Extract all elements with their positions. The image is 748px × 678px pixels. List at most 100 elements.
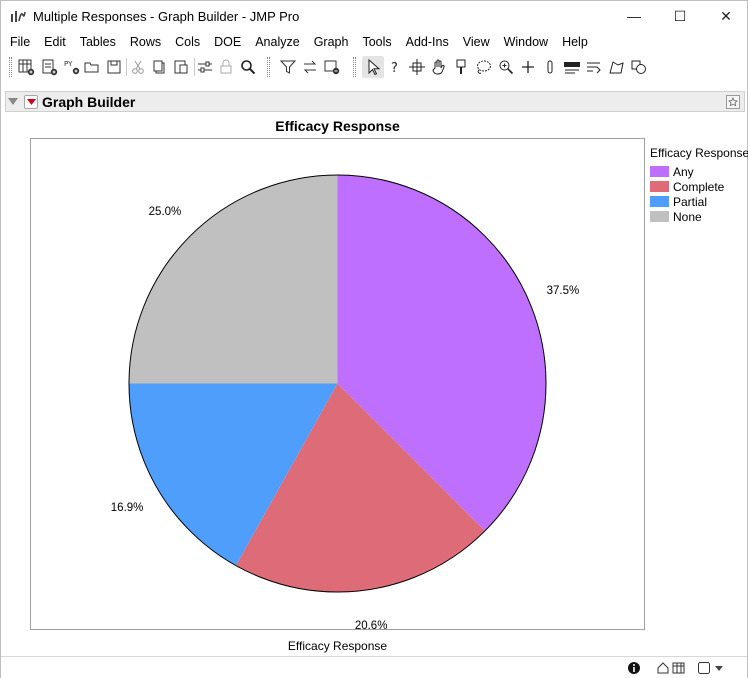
close-button[interactable]: ✕ xyxy=(703,1,748,31)
new-python-script-button[interactable]: PY xyxy=(61,56,83,78)
settings-button[interactable] xyxy=(194,56,216,78)
menu-file[interactable]: File xyxy=(1,35,37,49)
title-bar: Multiple Responses - Graph Builder - JMP… xyxy=(1,1,747,31)
pie-chart: 37.5% 20.6% 16.9% 25.0% xyxy=(111,174,579,629)
minimize-button[interactable]: — xyxy=(611,1,657,31)
new-script-button[interactable] xyxy=(38,56,60,78)
settings-icon xyxy=(198,61,212,73)
scroller-tool-button[interactable] xyxy=(539,56,561,78)
add-graph-button[interactable] xyxy=(321,56,343,78)
legend: Efficacy Response Any Complete Partial None xyxy=(650,146,748,224)
minimize-icon: — xyxy=(627,8,641,24)
checkbox-icon[interactable] xyxy=(697,661,711,675)
maximize-button[interactable]: ☐ xyxy=(657,1,703,31)
annotation-shape-icon xyxy=(609,61,624,74)
menu-edit[interactable]: Edit xyxy=(37,35,73,49)
legend-label: Partial xyxy=(673,194,708,209)
python-badge-text: PY xyxy=(64,60,73,68)
copy-button[interactable] xyxy=(148,56,170,78)
lasso-tool-button[interactable] xyxy=(473,56,495,78)
legend-label: Any xyxy=(673,164,694,179)
hand-tool-button[interactable] xyxy=(428,56,450,78)
annotation-shape-button[interactable] xyxy=(605,56,627,78)
status-bar xyxy=(1,656,747,678)
help-icon: ? xyxy=(391,61,398,76)
toolbar-grip[interactable] xyxy=(267,57,270,77)
new-data-table-button[interactable] xyxy=(15,56,37,78)
red-triangle-menu-button[interactable] xyxy=(24,95,38,109)
paste-icon xyxy=(174,60,188,74)
dropdown-arrow-icon[interactable] xyxy=(712,661,726,675)
plus-tool-button[interactable] xyxy=(517,56,539,78)
text-wrap-button[interactable] xyxy=(583,56,605,78)
menu-window[interactable]: Window xyxy=(497,35,555,49)
home-icon[interactable] xyxy=(656,661,670,675)
filter-icon xyxy=(279,60,297,74)
help-tool-button[interactable]: ? xyxy=(384,56,406,78)
search-icon xyxy=(241,60,256,75)
star-icon xyxy=(728,97,738,107)
menu-view[interactable]: View xyxy=(456,35,497,49)
simple-shape-button[interactable] xyxy=(628,56,650,78)
arrow-tool-button[interactable] xyxy=(362,56,384,78)
menu-doe[interactable]: DOE xyxy=(207,35,248,49)
open-button[interactable] xyxy=(81,56,103,78)
graph-builder-outline-header: Graph Builder xyxy=(5,91,745,112)
maximize-icon: ☐ xyxy=(673,7,687,24)
legend-item-partial[interactable]: Partial xyxy=(650,194,748,209)
chart-title: Efficacy Response xyxy=(275,118,400,134)
hand-icon xyxy=(432,59,445,75)
legend-item-none[interactable]: None xyxy=(650,209,748,224)
menu-tools[interactable]: Tools xyxy=(355,35,398,49)
slice-label-partial: 16.9% xyxy=(111,502,144,514)
menu-tables[interactable]: Tables xyxy=(73,35,123,49)
legend-label: None xyxy=(673,209,702,224)
x-axis-label[interactable]: Efficacy Response xyxy=(30,639,645,653)
toolbar-grip[interactable] xyxy=(9,57,12,77)
plot-frame[interactable]: 37.5% 20.6% 16.9% 25.0% xyxy=(30,138,645,630)
copy-icon xyxy=(153,60,165,74)
legend-swatch xyxy=(650,181,669,192)
close-icon: ✕ xyxy=(720,7,732,24)
legend-swatch xyxy=(650,166,669,177)
search-button[interactable] xyxy=(237,56,259,78)
simple-shape-icon xyxy=(631,60,646,74)
swap-icon xyxy=(303,60,317,74)
menu-help[interactable]: Help xyxy=(555,35,595,49)
lock-button[interactable] xyxy=(215,56,237,78)
lasso-icon xyxy=(477,60,491,74)
data-table-icon[interactable] xyxy=(672,661,686,675)
new-python-script-icon: PY xyxy=(64,60,80,75)
slice-label-none: 25.0% xyxy=(149,206,182,218)
panel-options-button[interactable] xyxy=(726,95,740,109)
legend-item-any[interactable]: Any xyxy=(650,164,748,179)
toolbar-grip[interactable] xyxy=(353,57,356,77)
app-window: Multiple Responses - Graph Builder - JMP… xyxy=(0,0,748,678)
save-icon xyxy=(107,60,121,74)
menu-graph[interactable]: Graph xyxy=(307,35,356,49)
menu-rows[interactable]: Rows xyxy=(123,35,168,49)
legend-title: Efficacy Response xyxy=(650,146,748,160)
paste-button[interactable] xyxy=(170,56,192,78)
legend-items: Any Complete Partial None xyxy=(650,164,748,224)
filter-button[interactable] xyxy=(277,56,299,78)
jmp-app-icon xyxy=(11,11,26,22)
spelling-tool-button[interactable] xyxy=(561,56,583,78)
open-icon xyxy=(84,62,99,73)
info-icon[interactable] xyxy=(627,661,641,675)
menu-analyze[interactable]: Analyze xyxy=(248,35,306,49)
cut-button[interactable] xyxy=(127,56,149,78)
spelling-icon xyxy=(564,62,580,74)
swap-button[interactable] xyxy=(299,56,321,78)
red-triangle-icon xyxy=(26,99,36,105)
add-graph-icon xyxy=(324,60,340,75)
zoom-tool-button[interactable] xyxy=(495,56,517,78)
save-button[interactable] xyxy=(103,56,125,78)
menu-cols[interactable]: Cols xyxy=(168,35,207,49)
arrow-select-icon xyxy=(368,58,381,76)
brush-tool-button[interactable] xyxy=(450,56,472,78)
menu-add-ins[interactable]: Add-Ins xyxy=(399,35,456,49)
legend-item-complete[interactable]: Complete xyxy=(650,179,748,194)
disclosure-triangle-icon[interactable] xyxy=(7,95,19,107)
crosshair-tool-button[interactable] xyxy=(406,56,428,78)
